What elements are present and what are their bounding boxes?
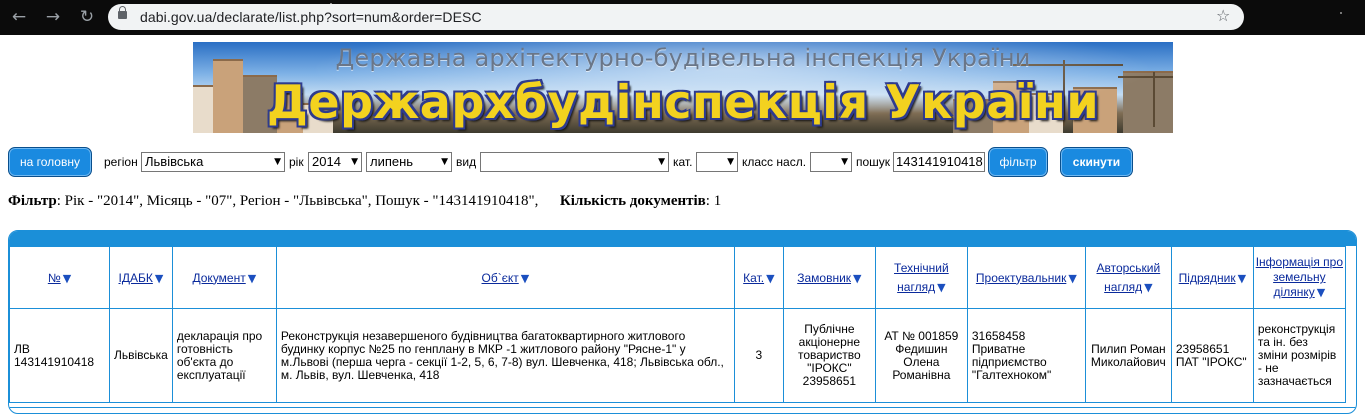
url-text[interactable]: dabi.gov.ua/declarate/list.php?sort=num&…	[140, 9, 482, 25]
cell-designer: 31658458 Приватне підприємство "Галтехно…	[966, 308, 1086, 403]
type-label: вид	[456, 155, 477, 169]
cell-land-info: реконструкція та ін. без зміни розмірів …	[1252, 308, 1346, 403]
column-header-contractor[interactable]: Підрядник ▼	[1170, 246, 1254, 309]
sort-down-icon[interactable]: ▼	[1238, 272, 1246, 285]
banner-title: Держархбудінспекція України	[266, 75, 1100, 129]
column-header-land-info[interactable]: Інформація про земельну ділянку ▼	[1252, 246, 1346, 309]
arrow-right-icon[interactable]: →	[42, 6, 64, 28]
year-select[interactable]: 2014	[308, 152, 362, 172]
cell-author-supervision: Пилип Роман Миколайович	[1084, 308, 1172, 403]
table-top-bar	[9, 231, 1356, 246]
cell-num: ЛВ 143141910418	[9, 308, 110, 403]
banner-subtitle: Державна архітектурно-будівельна інспекц…	[335, 44, 1031, 72]
column-header-object[interactable]: Об`єкт ▼	[275, 246, 735, 309]
column-header-num[interactable]: № ▼	[9, 246, 110, 309]
cell-document: декларація про готовність об'єкта до екс…	[171, 308, 277, 403]
sort-link-object[interactable]: Об`єкт	[482, 271, 519, 285]
filter-summary: Фільтр: Рік - "2014", Місяць - "07", Рег…	[8, 193, 721, 210]
table-bottom-bar	[9, 407, 1356, 413]
category-label: кат.	[673, 155, 693, 169]
arrow-left-icon[interactable]: ←	[8, 6, 30, 28]
sort-link-document[interactable]: Документ	[193, 271, 246, 285]
year-label: рік	[289, 155, 304, 169]
sort-down-icon[interactable]: ▼	[155, 272, 163, 285]
column-header-idabk[interactable]: ІДАБК ▼	[109, 246, 173, 309]
column-header-category[interactable]: Кат. ▼	[733, 246, 784, 309]
sort-link-category[interactable]: Кат.	[743, 271, 764, 285]
star-icon[interactable]: ☆	[1216, 6, 1230, 25]
class-select[interactable]	[810, 152, 852, 172]
sort-down-icon[interactable]: ▼	[853, 272, 861, 285]
cell-tech-supervision: АТ № 001859 Федишин Олена Романівна	[874, 308, 968, 403]
sort-link-num[interactable]: №	[48, 271, 61, 285]
sort-down-icon[interactable]: ▼	[521, 272, 529, 285]
sort-link-idabk[interactable]: ІДАБК	[119, 271, 153, 285]
column-header-customer[interactable]: Замовник ▼	[782, 246, 876, 309]
sort-down-icon[interactable]: ▼	[63, 272, 71, 285]
sort-link-designer[interactable]: Проектувальник	[976, 271, 1066, 285]
count-value: : 1	[705, 193, 722, 209]
cell-category: 3	[733, 308, 784, 403]
sort-link-customer[interactable]: Замовник	[797, 271, 851, 285]
column-header-document[interactable]: Документ ▼	[171, 246, 277, 309]
table-header-row: № ▼ ІДАБК ▼ Документ ▼ Об`єкт ▼ Кат. ▼ Замовн…	[9, 246, 1346, 309]
lock-icon[interactable]	[118, 6, 127, 19]
sort-down-icon[interactable]: ▼	[937, 281, 945, 294]
cell-idabk: Львівська	[109, 308, 173, 403]
sort-down-icon[interactable]: ▼	[766, 272, 774, 285]
month-select[interactable]: липень	[366, 152, 452, 172]
count-key: Кількість документів	[559, 193, 706, 209]
sort-down-icon[interactable]: ▼	[1317, 286, 1325, 299]
column-header-tech-supervision[interactable]: Технічний нагляд ▼	[874, 246, 968, 309]
home-button[interactable]: на головну	[8, 147, 92, 177]
column-header-designer[interactable]: Проектувальник ▼	[966, 246, 1086, 309]
filter-text: : Рік - "2014", Місяць - "07", Регіон - …	[56, 193, 539, 209]
sort-link-land-info[interactable]: Інформація про земельну ділянку	[1256, 255, 1343, 299]
reload-icon[interactable]: ↻	[76, 6, 98, 28]
search-input[interactable]: 143141910418	[893, 152, 985, 172]
sort-down-icon[interactable]: ▼	[1068, 272, 1076, 285]
sort-down-icon[interactable]: ▼	[1144, 281, 1152, 294]
region-label: регіон	[104, 155, 138, 169]
site-banner: Державна архітектурно-будівельна інспекц…	[193, 42, 1173, 133]
region-select[interactable]: Львівська	[141, 152, 285, 172]
sort-link-contractor[interactable]: Підрядник	[1179, 271, 1236, 285]
category-select[interactable]	[696, 152, 738, 172]
class-label: класс насл.	[742, 155, 807, 169]
filter-button[interactable]: фільтр	[988, 147, 1048, 177]
type-select[interactable]	[480, 152, 669, 172]
reset-button[interactable]: скинути	[1060, 147, 1133, 177]
search-label: пошук	[856, 155, 891, 169]
column-header-author-supervision[interactable]: Авторський нагляд ▼	[1084, 246, 1172, 309]
table-row: ЛВ 143141910418 Львівська декларація про…	[9, 308, 1346, 403]
declarations-table: № ▼ ІДАБК ▼ Документ ▼ Об`єкт ▼ Кат. ▼ Замовн…	[8, 230, 1357, 414]
browser-toolbar: ← → ↻ dabi.gov.ua/declarate/list.php?sor…	[0, 0, 1365, 35]
sort-down-icon[interactable]: ▼	[248, 272, 256, 285]
cell-object: Реконструкція незавершеного будівництва …	[275, 308, 735, 403]
cell-contractor: 23958651 ПАТ "ІРОКС"	[1170, 308, 1254, 403]
results-table: № ▼ ІДАБК ▼ Документ ▼ Об`єкт ▼ Кат. ▼ Замовн…	[9, 246, 1346, 403]
filter-key: Фільтр	[8, 193, 57, 209]
cell-customer: Публічне акціонерне товариство "ІРОКС" 2…	[782, 308, 876, 403]
